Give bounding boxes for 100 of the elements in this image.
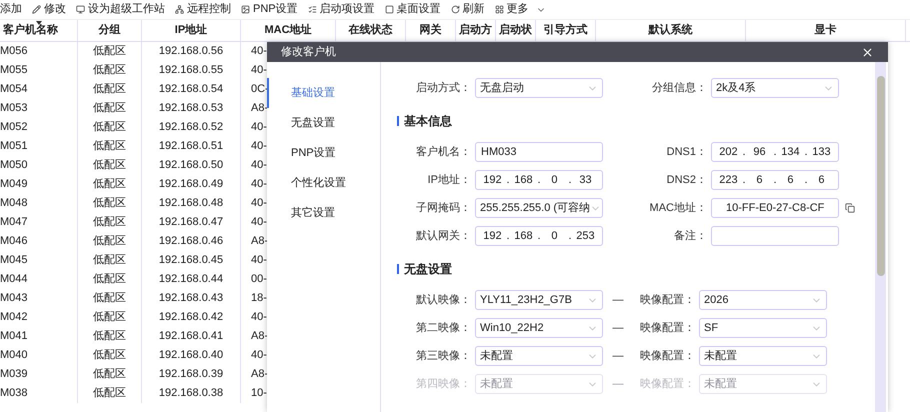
ip-field[interactable]: 202 . 96 . 134 . 133 — [711, 142, 839, 162]
table-cell-text: 40- — [251, 215, 267, 230]
input-field[interactable]: HM033 — [475, 142, 603, 162]
table-cell-text: 40- — [251, 44, 267, 60]
dropdown-field[interactable]: 2026 — [699, 290, 827, 310]
ip-field[interactable]: 192 . 168 . 0 . 253 — [475, 226, 603, 246]
dropdown-field[interactable]: 未配置 — [699, 346, 827, 366]
table-cell-text: 40- — [251, 348, 267, 364]
network-icon — [175, 5, 184, 14]
table-cell-text: 40- — [251, 310, 267, 326]
refresh-icon — [450, 5, 460, 14]
dropdown-field[interactable]: YLY11_23H2_G7B — [475, 290, 603, 310]
table-cell-text: 192.168.0.55 — [158, 63, 224, 78]
field-label: 映像配置： — [639, 348, 695, 364]
field-label: 第三映像： — [415, 348, 471, 364]
toolbar-button[interactable]: 设为超级工作站 — [88, 1, 165, 18]
toolbar-button[interactable]: 更多 — [506, 1, 529, 18]
close-icon[interactable] — [861, 46, 874, 58]
table-cell-text: 40- — [251, 253, 267, 268]
nav-tab[interactable]: PNP设置 — [267, 138, 380, 168]
toolbar-button[interactable]: 修改 — [44, 1, 66, 18]
table-cell-text: 192.168.0.40 — [158, 348, 224, 364]
input-field[interactable] — [711, 226, 839, 246]
table-cell-text: M050 — [0, 158, 28, 174]
dialog-title: 修改客户机 — [281, 44, 336, 60]
nav-tab[interactable]: 基础设置 — [267, 78, 380, 108]
table-cell-text: 192.168.0.54 — [158, 82, 224, 98]
square-icon — [384, 5, 394, 14]
table-cell-text: M052 — [0, 120, 28, 136]
ip-field[interactable]: 192 . 168 . 0 . 33 — [475, 170, 603, 190]
sort-icon[interactable] — [36, 21, 42, 25]
table-cell-text: 192.168.0.51 — [158, 139, 224, 154]
table-cell-text: 192.168.0.39 — [158, 367, 224, 382]
column-header[interactable]: 引导方式 — [544, 22, 588, 39]
dropdown-field[interactable]: 255.255.255.0 (可容纳 — [475, 198, 603, 218]
dropdown-field[interactable]: 2k及4系 — [711, 78, 839, 98]
table-cell-text: 192.168.0.49 — [158, 177, 224, 192]
column-header[interactable]: 在线状态 — [348, 22, 392, 39]
column-header[interactable]: 默认系统 — [648, 22, 692, 39]
nav-tab[interactable]: 个性化设置 — [267, 168, 380, 198]
field-label: 备注： — [673, 228, 707, 244]
dropdown-field[interactable]: SF — [699, 318, 827, 338]
field-label: 默认映像： — [415, 292, 471, 308]
table-cell-text: 40- — [251, 177, 267, 192]
table-cell-text: 低配区 — [93, 82, 126, 98]
table-cell-text: M043 — [0, 291, 28, 306]
toolbar-button[interactable]: 桌面设置 — [396, 1, 441, 18]
table-cell-text: 低配区 — [93, 196, 126, 212]
column-header[interactable]: MAC地址 — [264, 22, 312, 39]
toolbar-button[interactable]: 添加 — [0, 1, 22, 18]
table-cell-text: 192.168.0.46 — [158, 234, 224, 250]
nav-tab[interactable]: 其它设置 — [267, 198, 380, 228]
toolbar-button[interactable]: PNP设置 — [253, 1, 298, 18]
column-header[interactable]: 客户机名称 — [3, 22, 58, 39]
table-cell-text: 低配区 — [93, 234, 126, 250]
table-cell-text: M040 — [0, 348, 28, 364]
column-header[interactable]: 启动状 — [499, 22, 532, 39]
table-cell-text: M045 — [0, 253, 28, 268]
field-label: 映像配置： — [639, 292, 695, 308]
field-label: 第二映像： — [415, 320, 471, 336]
table-cell-text: 低配区 — [93, 291, 126, 306]
copy-icon[interactable] — [845, 203, 855, 213]
table-cell-text: M046 — [0, 234, 28, 250]
toolbar-button[interactable]: 刷新 — [462, 1, 485, 18]
table-cell-text: 低配区 — [93, 272, 126, 288]
table-cell-text: 40- — [251, 139, 267, 154]
column-header[interactable]: 显卡 — [814, 22, 836, 39]
table-cell-text: 低配区 — [93, 310, 126, 326]
ip-field[interactable]: 223 . 6 . 6 . 6 — [711, 170, 839, 190]
table-cell-text: 192.168.0.44 — [158, 272, 224, 288]
table-cell-text: 00- — [251, 272, 267, 288]
table-cell-text: 192.168.0.52 — [158, 120, 224, 136]
table-cell-text: 40- — [251, 120, 267, 136]
column-header[interactable]: 启动方 — [459, 22, 492, 39]
nav-tab[interactable]: 无盘设置 — [267, 108, 380, 138]
dash: — — [612, 320, 624, 336]
table-cell-text: A8- — [251, 329, 268, 344]
table-cell-text: 低配区 — [93, 120, 126, 136]
column-header[interactable]: 分组 — [98, 22, 120, 39]
dropdown-field[interactable]: Win10_22H2 — [475, 318, 603, 338]
scrollbar[interactable] — [875, 62, 886, 412]
table-cell-text: M047 — [0, 215, 28, 230]
table-cell-text: 192.168.0.47 — [158, 215, 224, 230]
dropdown-field[interactable]: 未配置 — [475, 346, 603, 366]
dropdown-field[interactable]: 无盘启动 — [475, 78, 603, 98]
table-cell-text: M055 — [0, 63, 28, 78]
grid-icon — [494, 5, 504, 14]
table-cell-text: M039 — [0, 367, 28, 382]
table-cell-text: M038 — [0, 386, 28, 402]
table-cell-text: 低配区 — [93, 177, 126, 192]
field-label: 映像配置： — [639, 376, 695, 392]
column-header[interactable]: 网关 — [420, 22, 442, 39]
field-label: 映像配置： — [639, 320, 695, 336]
column-header[interactable]: IP地址 — [174, 22, 208, 39]
table-cell-text: 192.168.0.48 — [158, 196, 224, 212]
input-field[interactable]: 10-FF-E0-27-C8-CF — [711, 198, 839, 218]
table-cell-text: 低配区 — [93, 44, 126, 60]
toolbar-button[interactable]: 远程控制 — [187, 1, 231, 18]
checklist-icon — [308, 5, 317, 14]
toolbar-button[interactable]: 启动项设置 — [320, 1, 375, 18]
